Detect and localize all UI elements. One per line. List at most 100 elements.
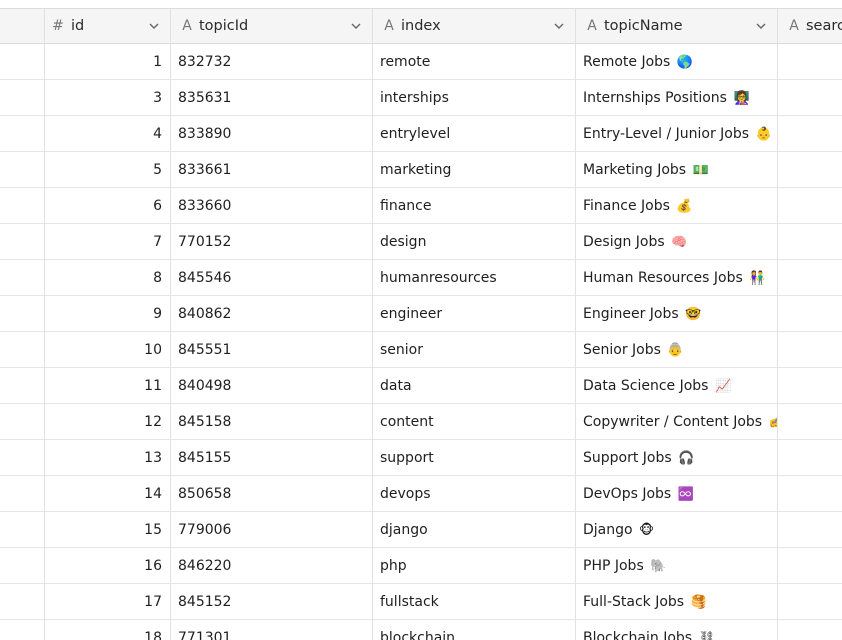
- cell-search[interactable]: [778, 260, 842, 296]
- cell-search[interactable]: [778, 296, 842, 332]
- cell-id[interactable]: 1: [45, 44, 171, 80]
- table-row[interactable]: 8 845546 humanresources Human Resources Job…: [0, 260, 842, 296]
- cell-topicid[interactable]: 845155: [171, 440, 373, 476]
- cell-id[interactable]: 12: [45, 404, 171, 440]
- row-selector[interactable]: [0, 512, 45, 548]
- table-row[interactable]: 5 833661 marketing Marketing Jobs 💵: [0, 152, 842, 188]
- cell-id[interactable]: 17: [45, 584, 171, 620]
- cell-topicid[interactable]: 779006: [171, 512, 373, 548]
- cell-search[interactable]: [778, 404, 842, 440]
- cell-index[interactable]: devops: [373, 476, 576, 512]
- cell-topicid[interactable]: 833890: [171, 116, 373, 152]
- cell-id[interactable]: 16: [45, 548, 171, 584]
- table-row[interactable]: 4 833890 entrylevel Entry-Level / Junior Jo…: [0, 116, 842, 152]
- cell-search[interactable]: [778, 44, 842, 80]
- row-selector[interactable]: [0, 44, 45, 80]
- cell-index[interactable]: content: [373, 404, 576, 440]
- cell-topicname[interactable]: Senior Jobs 👵: [576, 332, 778, 368]
- cell-topicid[interactable]: 850658: [171, 476, 373, 512]
- cell-topicid[interactable]: 846220: [171, 548, 373, 584]
- column-header-topicid[interactable]: A topicId: [171, 9, 373, 44]
- cell-index[interactable]: blockchain: [373, 620, 576, 640]
- table-row[interactable]: 10 845551 senior Senior Jobs 👵: [0, 332, 842, 368]
- cell-id[interactable]: 18: [45, 620, 171, 640]
- row-selector[interactable]: [0, 584, 45, 620]
- cell-topicname[interactable]: Full-Stack Jobs 🥞: [576, 584, 778, 620]
- cell-index[interactable]: support: [373, 440, 576, 476]
- cell-topicid[interactable]: 832732: [171, 44, 373, 80]
- cell-topicname[interactable]: DevOps Jobs ♾️: [576, 476, 778, 512]
- table-row[interactable]: 13 845155 support Support Jobs 🎧: [0, 440, 842, 476]
- cell-topicname[interactable]: Remote Jobs 🌎: [576, 44, 778, 80]
- chevron-down-icon[interactable]: [755, 20, 767, 32]
- cell-search[interactable]: [778, 332, 842, 368]
- row-selector[interactable]: [0, 80, 45, 116]
- cell-topicid[interactable]: 845546: [171, 260, 373, 296]
- cell-topicname[interactable]: Blockchain Jobs ⛓: [576, 620, 778, 640]
- cell-search[interactable]: [778, 584, 842, 620]
- cell-topicname[interactable]: Engineer Jobs 🤓: [576, 296, 778, 332]
- chevron-down-icon[interactable]: [553, 20, 565, 32]
- column-header-index[interactable]: A index: [373, 9, 576, 44]
- cell-search[interactable]: [778, 440, 842, 476]
- cell-topicname[interactable]: Data Science Jobs 📈: [576, 368, 778, 404]
- table-row[interactable]: 18 771301 blockchain Blockchain Jobs ⛓: [0, 620, 842, 640]
- cell-index[interactable]: remote: [373, 44, 576, 80]
- cell-index[interactable]: django: [373, 512, 576, 548]
- column-header-search[interactable]: A searc: [778, 9, 842, 44]
- cell-search[interactable]: [778, 476, 842, 512]
- table-row[interactable]: 11 840498 data Data Science Jobs 📈: [0, 368, 842, 404]
- chevron-down-icon[interactable]: [350, 20, 362, 32]
- cell-topicid[interactable]: 771301: [171, 620, 373, 640]
- cell-search[interactable]: [778, 620, 842, 640]
- cell-index[interactable]: data: [373, 368, 576, 404]
- row-selector[interactable]: [0, 188, 45, 224]
- cell-index[interactable]: marketing: [373, 152, 576, 188]
- cell-search[interactable]: [778, 80, 842, 116]
- column-header-id[interactable]: # id: [45, 9, 171, 44]
- table-row[interactable]: 12 845158 content Copywriter / Content Jobs…: [0, 404, 842, 440]
- table-row[interactable]: 17 845152 fullstack Full-Stack Jobs 🥞: [0, 584, 842, 620]
- cell-topicid[interactable]: 845152: [171, 584, 373, 620]
- chevron-down-icon[interactable]: [148, 20, 160, 32]
- cell-topicname[interactable]: Human Resources Jobs 👫: [576, 260, 778, 296]
- cell-topicname[interactable]: PHP Jobs 🐘: [576, 548, 778, 584]
- table-row[interactable]: 14 850658 devops DevOps Jobs ♾️: [0, 476, 842, 512]
- cell-topicname[interactable]: Support Jobs 🎧: [576, 440, 778, 476]
- cell-index[interactable]: design: [373, 224, 576, 260]
- cell-id[interactable]: 6: [45, 188, 171, 224]
- row-selector[interactable]: [0, 332, 45, 368]
- cell-search[interactable]: [778, 224, 842, 260]
- cell-topicname[interactable]: Django 🐵: [576, 512, 778, 548]
- row-selector[interactable]: [0, 620, 45, 640]
- table-row[interactable]: 15 779006 django Django 🐵: [0, 512, 842, 548]
- table-row[interactable]: 6 833660 finance Finance Jobs 💰: [0, 188, 842, 224]
- row-selector[interactable]: [0, 404, 45, 440]
- row-selector[interactable]: [0, 548, 45, 584]
- cell-topicid[interactable]: 770152: [171, 224, 373, 260]
- cell-search[interactable]: [778, 116, 842, 152]
- cell-topicid[interactable]: 835631: [171, 80, 373, 116]
- row-selector[interactable]: [0, 260, 45, 296]
- cell-id[interactable]: 13: [45, 440, 171, 476]
- cell-id[interactable]: 5: [45, 152, 171, 188]
- row-selector[interactable]: [0, 224, 45, 260]
- cell-index[interactable]: humanresources: [373, 260, 576, 296]
- cell-topicname[interactable]: Internships Positions 👩‍🏫: [576, 80, 778, 116]
- cell-topicid[interactable]: 833660: [171, 188, 373, 224]
- cell-search[interactable]: [778, 188, 842, 224]
- cell-topicid[interactable]: 840498: [171, 368, 373, 404]
- cell-id[interactable]: 8: [45, 260, 171, 296]
- cell-topicname[interactable]: Finance Jobs 💰: [576, 188, 778, 224]
- row-selector[interactable]: [0, 476, 45, 512]
- cell-topicid[interactable]: 845551: [171, 332, 373, 368]
- cell-id[interactable]: 10: [45, 332, 171, 368]
- cell-id[interactable]: 11: [45, 368, 171, 404]
- cell-index[interactable]: interships: [373, 80, 576, 116]
- cell-search[interactable]: [778, 548, 842, 584]
- cell-topicid[interactable]: 840862: [171, 296, 373, 332]
- cell-topicname[interactable]: Entry-Level / Junior Jobs 👶: [576, 116, 778, 152]
- cell-search[interactable]: [778, 152, 842, 188]
- cell-topicid[interactable]: 845158: [171, 404, 373, 440]
- table-row[interactable]: 3 835631 interships Internships Positions 👩…: [0, 80, 842, 116]
